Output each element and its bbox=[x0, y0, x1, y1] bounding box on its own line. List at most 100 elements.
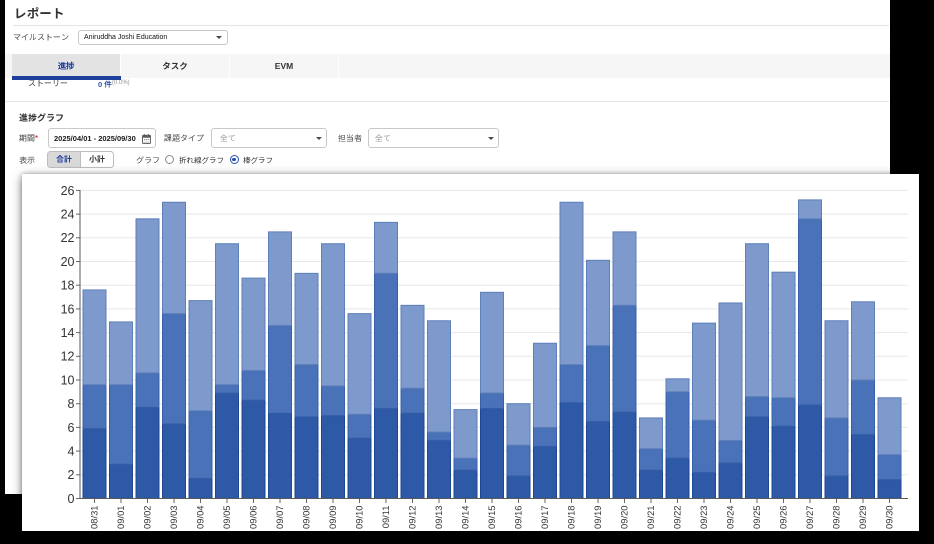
x-axis-label: 09/20 bbox=[618, 505, 629, 528]
bar-segment-stack-middle-medium bbox=[348, 414, 371, 438]
bar-segment-stack-top-light bbox=[878, 397, 901, 454]
bar-segment-stack-middle-medium bbox=[136, 372, 159, 406]
bar-segment-stack-bottom-dark bbox=[507, 475, 530, 498]
bar-segment-stack-top-light bbox=[586, 260, 609, 345]
bar-segment-stack-middle-medium bbox=[613, 305, 636, 412]
x-axis-label: 09/23 bbox=[698, 505, 709, 528]
y-axis-label: 24 bbox=[60, 207, 74, 221]
bar-segment-stack-bottom-dark bbox=[666, 458, 689, 498]
assignee-label: 担当者 bbox=[338, 133, 362, 144]
bar-segment-stack-middle-medium bbox=[83, 384, 106, 428]
page-title: レポート bbox=[14, 3, 65, 22]
x-axis-label: 09/01 bbox=[115, 505, 126, 528]
y-axis-label: 10 bbox=[60, 373, 74, 387]
bar-segment-stack-middle-medium bbox=[427, 432, 450, 440]
bar-segment-stack-middle-medium bbox=[851, 380, 874, 435]
x-axis-label: 09/19 bbox=[592, 505, 603, 528]
x-axis-label: 09/06 bbox=[247, 505, 258, 528]
y-axis-label: 22 bbox=[60, 231, 74, 245]
assignee-select[interactable]: 全て bbox=[368, 128, 499, 148]
bar-segment-stack-top-light bbox=[215, 243, 238, 384]
y-axis-label: 4 bbox=[67, 444, 74, 458]
period-label: 期間* bbox=[19, 133, 38, 144]
tab-evm[interactable]: EVM bbox=[230, 54, 339, 78]
x-axis-label: 09/27 bbox=[804, 505, 815, 528]
bar-graph-radio[interactable] bbox=[230, 155, 239, 164]
y-axis-label: 8 bbox=[67, 397, 74, 411]
x-axis-label: 09/13 bbox=[433, 505, 444, 528]
bar-segment-stack-bottom-dark bbox=[454, 470, 477, 498]
bar-segment-stack-middle-medium bbox=[454, 458, 477, 470]
tab-task[interactable]: タスク bbox=[121, 54, 230, 78]
bar-segment-stack-bottom-dark bbox=[427, 440, 450, 498]
x-axis-label: 09/29 bbox=[857, 505, 868, 528]
story-row-label: ストーリー bbox=[28, 78, 68, 89]
bar-segment-stack-top-light bbox=[242, 278, 265, 370]
bar-segment-stack-top-light bbox=[268, 231, 291, 325]
bar-segment-stack-bottom-dark bbox=[692, 472, 715, 498]
bar-segment-stack-bottom-dark bbox=[825, 475, 848, 498]
bar-segment-stack-middle-medium bbox=[878, 454, 901, 479]
bar-segment-stack-middle-medium bbox=[798, 218, 821, 404]
bar-segment-stack-middle-medium bbox=[215, 384, 238, 392]
y-axis-label: 6 bbox=[67, 420, 74, 434]
bar-segment-stack-top-light bbox=[507, 403, 530, 444]
bar-segment-stack-bottom-dark bbox=[480, 408, 503, 498]
x-axis-label: 09/11 bbox=[380, 505, 391, 528]
bar-segment-stack-bottom-dark bbox=[321, 415, 344, 498]
x-axis-label: 09/03 bbox=[168, 505, 179, 528]
tab-task-label: タスク bbox=[162, 60, 188, 72]
tab-evm-label: EVM bbox=[275, 61, 293, 71]
line-graph-option-label: 折れ線グラフ bbox=[179, 155, 224, 166]
bar-segment-stack-bottom-dark bbox=[719, 462, 742, 498]
y-axis-label: 18 bbox=[60, 278, 74, 292]
bar-segment-stack-top-light bbox=[348, 313, 371, 414]
bar-segment-stack-middle-medium bbox=[586, 345, 609, 421]
calendar-footer bbox=[143, 141, 149, 142]
story-percent: (0.0%) bbox=[112, 80, 130, 86]
x-axis-label: 09/02 bbox=[141, 505, 152, 528]
calendar-dot bbox=[144, 139, 145, 140]
bar-segment-stack-top-light bbox=[162, 202, 185, 313]
issue-type-label: 課題タイプ bbox=[164, 133, 204, 144]
period-date-input[interactable]: 2025/04/01 - 2025/09/30 bbox=[48, 128, 156, 148]
y-axis-label: 16 bbox=[60, 302, 74, 316]
required-asterisk: * bbox=[35, 134, 38, 143]
tab-progress-label: 進捗 bbox=[57, 60, 74, 72]
x-axis-label: 09/14 bbox=[459, 505, 470, 528]
bar-segment-stack-top-light bbox=[83, 289, 106, 384]
x-axis-label: 09/26 bbox=[777, 505, 788, 528]
bar-segment-stack-top-light bbox=[401, 305, 424, 388]
bar-segment-stack-bottom-dark bbox=[268, 413, 291, 498]
bar-segment-stack-top-light bbox=[745, 243, 768, 396]
bar-segment-stack-bottom-dark bbox=[798, 404, 821, 498]
display-toggle-group: 合計 小計 bbox=[47, 151, 114, 168]
bar-segment-stack-middle-medium bbox=[295, 364, 318, 416]
x-axis-label: 09/25 bbox=[751, 505, 762, 528]
bar-segment-stack-middle-medium bbox=[374, 273, 397, 408]
chevron-down-icon bbox=[216, 36, 222, 39]
milestone-select[interactable]: Aniruddha Joshi Education bbox=[78, 30, 228, 45]
x-axis-label: 09/21 bbox=[645, 505, 656, 528]
bar-segment-stack-top-light bbox=[639, 417, 662, 448]
bar-segment-stack-top-light bbox=[533, 343, 556, 427]
x-axis-label: 09/24 bbox=[724, 505, 735, 528]
bar-segment-stack-bottom-dark bbox=[242, 400, 265, 498]
line-graph-radio[interactable] bbox=[165, 155, 174, 164]
bar-segment-stack-top-light bbox=[719, 302, 742, 439]
progress-chart-panel: 0246810121416182022242608/3109/0109/0209… bbox=[22, 174, 919, 531]
bar-segment-stack-top-light bbox=[454, 409, 477, 458]
tab-bar: 進捗 タスク EVM bbox=[5, 54, 890, 78]
tab-progress[interactable]: 進捗 bbox=[12, 54, 121, 78]
bar-segment-stack-top-light bbox=[825, 320, 848, 417]
chevron-down-icon bbox=[488, 137, 494, 140]
bar-segment-stack-top-light bbox=[613, 231, 636, 304]
x-axis-label: 08/31 bbox=[88, 505, 99, 528]
issue-type-value: 全て bbox=[220, 133, 236, 144]
bar-segment-stack-middle-medium bbox=[321, 385, 344, 415]
milestone-select-value: Aniruddha Joshi Education bbox=[84, 34, 167, 41]
bar-segment-stack-top-light bbox=[480, 292, 503, 393]
issue-type-select[interactable]: 全て bbox=[211, 128, 327, 148]
subtotal-button[interactable]: 小計 bbox=[81, 152, 113, 167]
total-button[interactable]: 合計 bbox=[48, 152, 81, 167]
